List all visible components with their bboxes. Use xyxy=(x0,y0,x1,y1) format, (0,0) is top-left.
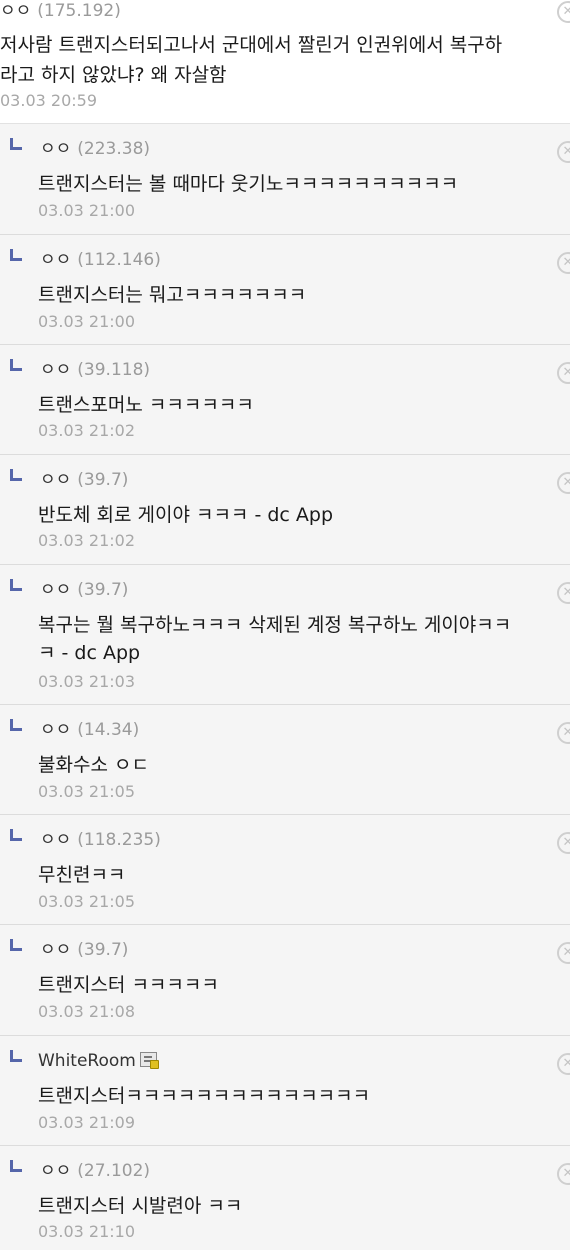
comment-text: 저사람 트랜지스터되고나서 군대에서 짤린거 인권위에서 복구하 라고 하지 않… xyxy=(0,34,503,86)
reply-date: 03.03 21:00 xyxy=(38,312,135,331)
reply-text: 트랜스포머노 ㅋㅋㅋㅋㅋㅋ xyxy=(38,394,254,416)
reply-date: 03.03 21:05 xyxy=(38,892,135,911)
reply-text: 불화수소 ㅇㄷ xyxy=(38,754,149,776)
author-ip: (39.7) xyxy=(77,580,129,600)
reply-arrow-icon xyxy=(10,1160,22,1172)
author-ip: (39.7) xyxy=(77,940,129,960)
author-nickname: ㅇㅇ xyxy=(40,250,72,270)
author-nickname: ㅇㅇ xyxy=(40,940,72,960)
comment-author[interactable]: ㅇㅇ (175.192) xyxy=(0,0,121,22)
author-nickname: ㅇㅇ xyxy=(40,580,72,600)
reply-arrow-icon xyxy=(10,359,22,371)
delete-icon[interactable]: ✕ xyxy=(557,582,570,604)
reply-text: 트랜지스터 시발련아 ㅋㅋ xyxy=(38,1195,243,1217)
reply-author[interactable]: ㅇㅇ (39.7) xyxy=(40,939,128,961)
reply-text: 트랜지스터ㅋㅋㅋㅋㅋㅋㅋㅋㅋㅋㅋㅋㅋㅋ xyxy=(38,1085,371,1107)
reply-arrow-icon xyxy=(10,469,22,481)
delete-icon[interactable]: ✕ xyxy=(557,1053,570,1075)
reply-author[interactable]: ㅇㅇ (39.7) xyxy=(40,469,128,491)
delete-icon[interactable]: ✕ xyxy=(557,942,570,964)
author-nickname: ㅇㅇ xyxy=(40,720,72,740)
reply-date: 03.03 21:02 xyxy=(38,531,135,550)
reply-author[interactable]: ㅇㅇ (39.7) xyxy=(40,579,128,601)
reply-arrow-icon xyxy=(10,579,22,591)
reply-author[interactable]: ㅇㅇ (118.235) xyxy=(40,829,161,851)
reply-text: 트랜지스터는 볼 때마다 웃기노ㅋㅋㅋㅋㅋㅋㅋㅋㅋㅋ xyxy=(38,173,459,195)
reply-author[interactable]: ㅇㅇ (223.38) xyxy=(40,138,150,160)
reply-date: 03.03 21:00 xyxy=(38,201,135,220)
delete-icon[interactable]: ✕ xyxy=(557,252,570,274)
reply-arrow-icon xyxy=(10,249,22,261)
author-ip: (14.34) xyxy=(77,720,140,740)
reply-author[interactable]: ㅇㅇ (27.102) xyxy=(40,1160,150,1182)
author-nickname: ㅇㅇ xyxy=(40,360,72,380)
author-ip: (39.7) xyxy=(77,470,129,490)
gallery-user-badge-icon xyxy=(139,1052,159,1069)
author-ip: (27.102) xyxy=(77,1161,151,1181)
reply-arrow-icon xyxy=(10,939,22,951)
reply-date: 03.03 21:09 xyxy=(38,1113,135,1132)
reply-text: 트랜지스터는 뭐고ㅋㅋㅋㅋㅋㅋㅋ xyxy=(38,284,307,306)
reply-date: 03.03 21:10 xyxy=(38,1222,135,1241)
reply-author[interactable]: ㅇㅇ (112.146) xyxy=(40,249,161,271)
reply-text: 무친련ㅋㅋ xyxy=(38,864,126,886)
author-nickname: ㅇㅇ xyxy=(40,139,72,159)
author-nickname: ㅇㅇ xyxy=(0,1,32,21)
author-nickname: ㅇㅇ xyxy=(40,470,72,490)
comment-date: 03.03 20:59 xyxy=(0,91,97,110)
delete-icon[interactable]: ✕ xyxy=(557,141,570,163)
reply-arrow-icon xyxy=(10,1050,22,1062)
reply-date: 03.03 21:02 xyxy=(38,421,135,440)
author-nickname: ㅇㅇ xyxy=(40,830,72,850)
reply-date: 03.03 21:05 xyxy=(38,782,135,801)
author-ip: (39.118) xyxy=(77,360,151,380)
reply-item: ㅇㅇ (112.146) 트랜지스터는 뭐고ㅋㅋㅋㅋㅋㅋㅋ 03.03 21:00… xyxy=(0,235,570,345)
delete-icon[interactable]: ✕ xyxy=(557,1,570,23)
reply-item: ㅇㅇ (39.7) 반도체 회로 게이야 ㅋㅋㅋ - dc App 03.03 2… xyxy=(0,455,570,565)
reply-item: ㅇㅇ (39.7) 트랜지스터 ㅋㅋㅋㅋㅋ 03.03 21:08 ✕ xyxy=(0,925,570,1036)
author-nickname: WhiteRoom xyxy=(38,1051,136,1071)
delete-icon[interactable]: ✕ xyxy=(557,362,570,384)
reply-arrow-icon xyxy=(10,719,22,731)
delete-icon[interactable]: ✕ xyxy=(557,472,570,494)
author-ip: (175.192) xyxy=(37,1,121,21)
reply-text: 복구는 뭘 복구하노ㅋㅋㅋ 삭제된 계정 복구하노 게이야ㅋㅋ ㅋ - dc A… xyxy=(38,614,512,664)
delete-icon[interactable]: ✕ xyxy=(557,1163,570,1185)
comment-list-page: ㅇㅇ (175.192) 저사람 트랜지스터되고나서 군대에서 짤린거 인권위에서… xyxy=(0,0,570,1250)
author-ip: (223.38) xyxy=(77,139,151,159)
reply-text: 반도체 회로 게이야 ㅋㅋㅋ - dc App xyxy=(38,504,333,526)
reply-author[interactable]: WhiteRoom xyxy=(38,1050,159,1072)
reply-date: 03.03 21:03 xyxy=(38,672,135,691)
reply-item: ㅇㅇ (223.38) 트랜지스터는 볼 때마다 웃기노ㅋㅋㅋㅋㅋㅋㅋㅋㅋㅋ 03… xyxy=(0,124,570,235)
reply-item: ㅇㅇ (27.102) 트랜지스터 시발련아 ㅋㅋ 03.03 21:10 ✕ xyxy=(0,1146,570,1250)
reply-arrow-icon xyxy=(10,138,22,150)
reply-date: 03.03 21:08 xyxy=(38,1002,135,1021)
author-ip: (112.146) xyxy=(77,250,161,270)
delete-icon[interactable]: ✕ xyxy=(557,722,570,744)
comment: ㅇㅇ (175.192) 저사람 트랜지스터되고나서 군대에서 짤린거 인권위에서… xyxy=(0,0,570,124)
reply-author[interactable]: ㅇㅇ (14.34) xyxy=(40,719,139,741)
reply-item: ㅇㅇ (39.7) 복구는 뭘 복구하노ㅋㅋㅋ 삭제된 계정 복구하노 게이야ㅋㅋ… xyxy=(0,565,570,705)
reply-item: ㅇㅇ (14.34) 불화수소 ㅇㄷ 03.03 21:05 ✕ xyxy=(0,705,570,815)
reply-arrow-icon xyxy=(10,829,22,841)
reply-author[interactable]: ㅇㅇ (39.118) xyxy=(40,359,150,381)
reply-text: 트랜지스터 ㅋㅋㅋㅋㅋ xyxy=(38,974,219,996)
reply-item: WhiteRoom 트랜지스터ㅋㅋㅋㅋㅋㅋㅋㅋㅋㅋㅋㅋㅋㅋ 03.03 21:0… xyxy=(0,1036,570,1146)
reply-item: ㅇㅇ (118.235) 무친련ㅋㅋ 03.03 21:05 ✕ xyxy=(0,815,570,925)
author-nickname: ㅇㅇ xyxy=(40,1161,72,1181)
delete-icon[interactable]: ✕ xyxy=(557,832,570,854)
reply-item: ㅇㅇ (39.118) 트랜스포머노 ㅋㅋㅋㅋㅋㅋ 03.03 21:02 ✕ xyxy=(0,345,570,455)
author-ip: (118.235) xyxy=(77,830,161,850)
